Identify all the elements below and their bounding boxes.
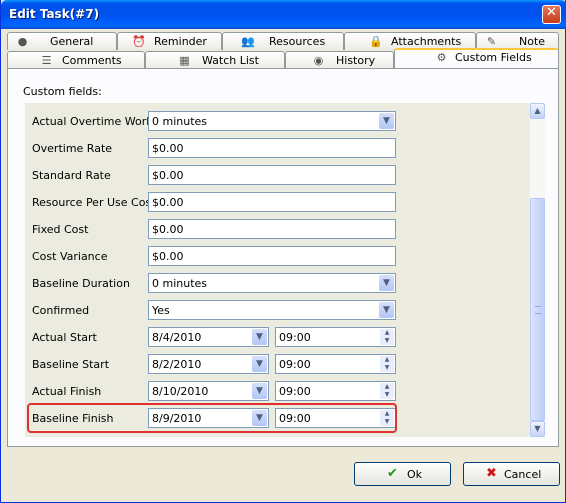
chevron-down-icon[interactable]: ▼ xyxy=(252,329,267,345)
field-label-baseline-duration: Baseline Duration xyxy=(32,277,130,290)
watch-list-icon: ▦ xyxy=(179,54,190,67)
spinner-arrows-icon[interactable]: ▲ ▼ xyxy=(380,383,394,399)
baseline-duration-dropdown[interactable]: 0 minutes ▼ xyxy=(148,273,396,293)
tab-reminder[interactable]: ⏰ Reminder xyxy=(117,32,222,50)
field-label-confirmed: Confirmed xyxy=(32,304,90,317)
checkmark-icon: ✔ xyxy=(387,466,398,481)
tab-comments[interactable]: ☰ Comments xyxy=(7,51,145,69)
close-icon: ✕ xyxy=(546,5,557,20)
tab-attachments-label: Attachments xyxy=(391,35,462,48)
tab-history-label: History xyxy=(336,54,376,67)
cost-variance-input[interactable]: $0.00 xyxy=(148,246,396,266)
field-label-baseline-start: Baseline Start xyxy=(32,358,110,371)
actual-finish-date-picker[interactable]: 8/10/2010 ▼ xyxy=(148,381,269,401)
field-label-actual-finish: Actual Finish xyxy=(32,385,102,398)
spinner-arrows-icon[interactable]: ▲ ▼ xyxy=(380,356,394,372)
vertical-scrollbar[interactable]: ▲ ▼ xyxy=(529,103,545,437)
field-label-resource-per-use-cost: Resource Per Use Cost xyxy=(32,196,156,209)
tab-reminder-label: Reminder xyxy=(154,35,207,48)
people-icon: 👥 xyxy=(241,35,255,48)
edit-task-dialog: Edit Task(#7) ✕ ● General ⏰ Reminder 👥 R… xyxy=(0,0,566,503)
overtime-rate-input[interactable]: $0.00 xyxy=(148,138,396,158)
tab-watch-list-label: Watch List xyxy=(202,54,259,67)
baseline-start-date-value: 8/2/2010 xyxy=(152,358,202,371)
resource-per-use-cost-value: $0.00 xyxy=(152,196,184,209)
globe-icon: ● xyxy=(17,35,28,48)
chevron-down-icon[interactable]: ▼ xyxy=(252,383,267,399)
tab-custom-fields[interactable]: ⚙ Custom Fields xyxy=(394,48,559,69)
fixed-cost-value: $0.00 xyxy=(152,223,184,236)
actual-finish-time-spinner[interactable]: 09:00 ▲ ▼ xyxy=(275,381,396,401)
tab-general-label: General xyxy=(50,35,94,48)
gear-icon: ⚙ xyxy=(436,51,447,64)
field-label-actual-overtime-work: Actual Overtime Work xyxy=(32,115,153,128)
actual-start-date-value: 8/4/2010 xyxy=(152,331,202,344)
tab-custom-fields-label: Custom Fields xyxy=(455,51,532,64)
actual-finish-date-value: 8/10/2010 xyxy=(152,385,209,398)
scroll-thumb[interactable] xyxy=(530,198,545,421)
close-button[interactable]: ✕ xyxy=(542,5,561,24)
scroll-up-button[interactable]: ▲ xyxy=(530,103,545,119)
resource-per-use-cost-input[interactable]: $0.00 xyxy=(148,192,396,212)
confirmed-value: Yes xyxy=(152,304,170,317)
title-bar[interactable]: Edit Task(#7) ✕ xyxy=(1,0,566,29)
actual-start-time-value: 09:00 xyxy=(279,331,311,344)
actual-overtime-work-dropdown[interactable]: 0 minutes ▼ xyxy=(148,111,396,131)
comments-icon: ☰ xyxy=(41,54,52,67)
spinner-arrows-icon[interactable]: ▲ ▼ xyxy=(380,329,394,345)
chevron-down-icon[interactable]: ▼ xyxy=(252,356,267,372)
alarm-clock-icon: ⏰ xyxy=(132,35,146,48)
field-label-actual-start: Actual Start xyxy=(32,331,97,344)
ok-button[interactable]: ✔ Ok xyxy=(354,462,451,486)
tab-resources-label: Resources xyxy=(269,35,326,48)
actual-start-date-picker[interactable]: 8/4/2010 ▼ xyxy=(148,327,269,347)
cancel-button[interactable]: ✖ Cancel xyxy=(463,462,560,486)
standard-rate-input[interactable]: $0.00 xyxy=(148,165,396,185)
paperclip-icon: 🔒 xyxy=(369,35,383,48)
actual-overtime-work-value: 0 minutes xyxy=(152,115,208,128)
tab-history[interactable]: ◉ History xyxy=(285,51,394,69)
confirmed-dropdown[interactable]: Yes ▼ xyxy=(148,300,396,320)
field-label-overtime-rate: Overtime Rate xyxy=(32,142,113,155)
fixed-cost-input[interactable]: $0.00 xyxy=(148,219,396,239)
tab-watch-list[interactable]: ▦ Watch List xyxy=(145,51,285,69)
window-title: Edit Task(#7) xyxy=(9,7,100,21)
actual-finish-time-value: 09:00 xyxy=(279,385,311,398)
ok-button-label: Ok xyxy=(407,468,423,481)
field-label-standard-rate: Standard Rate xyxy=(32,169,111,182)
chevron-down-icon[interactable]: ▼ xyxy=(379,113,394,129)
baseline-start-time-spinner[interactable]: 09:00 ▲ ▼ xyxy=(275,354,396,374)
scroll-down-button[interactable]: ▼ xyxy=(530,421,545,437)
history-icon: ◉ xyxy=(313,54,324,67)
chevron-down-icon[interactable]: ▼ xyxy=(379,275,394,291)
baseline-start-time-value: 09:00 xyxy=(279,358,311,371)
tab-comments-label: Comments xyxy=(62,54,122,67)
tab-general[interactable]: ● General xyxy=(7,32,117,50)
baseline-start-date-picker[interactable]: 8/2/2010 ▼ xyxy=(148,354,269,374)
custom-fields-heading: Custom fields: xyxy=(23,85,102,98)
field-label-cost-variance: Cost Variance xyxy=(32,250,108,263)
cost-variance-value: $0.00 xyxy=(152,250,184,263)
tab-resources[interactable]: 👥 Resources xyxy=(222,32,344,50)
cancel-x-icon: ✖ xyxy=(486,466,497,481)
actual-start-time-spinner[interactable]: 09:00 ▲ ▼ xyxy=(275,327,396,347)
overtime-rate-value: $0.00 xyxy=(152,142,184,155)
highlight-box xyxy=(27,403,397,433)
baseline-duration-value: 0 minutes xyxy=(152,277,208,290)
cancel-button-label: Cancel xyxy=(504,468,542,481)
tab-note-label: Note xyxy=(519,35,546,48)
note-icon: ✎ xyxy=(486,35,497,48)
scroll-grip-icon xyxy=(535,306,541,314)
chevron-down-icon[interactable]: ▼ xyxy=(379,302,394,318)
standard-rate-value: $0.00 xyxy=(152,169,184,182)
field-label-fixed-cost: Fixed Cost xyxy=(32,223,89,236)
